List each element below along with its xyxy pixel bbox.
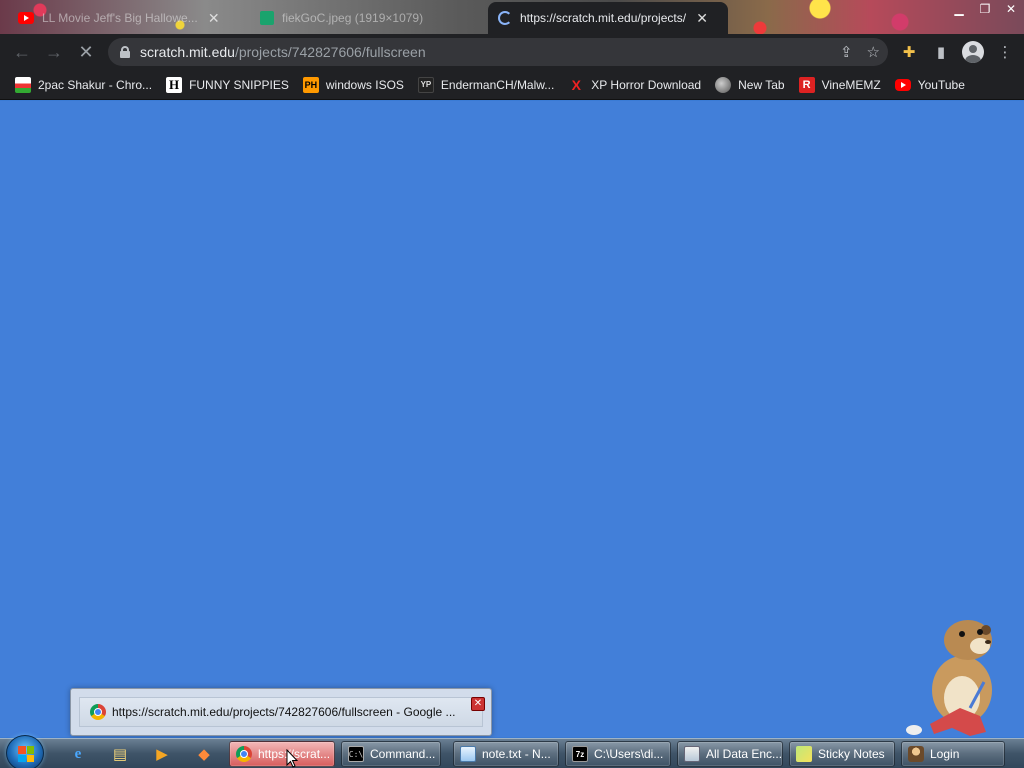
tab-title: LL Movie Jeff's Big Hallowe... [42, 11, 198, 25]
bookmark-endermanch[interactable]: YP EndermanCH/Malw... [411, 72, 561, 98]
bookmark-vinememz[interactable]: R VineMEMZ [792, 72, 888, 98]
back-button[interactable]: ← [6, 36, 38, 68]
yp-icon: YP [417, 76, 434, 93]
bookmark-xp-horror[interactable]: X XP Horror Download [561, 72, 708, 98]
thumbnail-close-button[interactable]: ✕ [471, 697, 485, 711]
bookmark-windows-isos[interactable]: PH windows ISOS [296, 72, 411, 98]
r-icon: R [798, 76, 815, 93]
url-text: scratch.mit.edu/projects/742827606/fulls… [140, 44, 426, 60]
bookmark-label: EndermanCH/Malw... [440, 77, 555, 92]
extensions-icon[interactable]: ✚ [896, 39, 922, 65]
loading-spinner-icon [498, 11, 512, 25]
menu-icon[interactable]: ⋮ [992, 39, 1018, 65]
url-host: scratch.mit.edu [140, 44, 235, 60]
task-label: All Data Enc... [706, 747, 783, 761]
app-icon[interactable]: ◆ [192, 743, 216, 765]
login-icon [908, 746, 924, 762]
bookmark-youtube[interactable]: YouTube [888, 72, 972, 98]
task-chrome[interactable]: https://scrat... [229, 741, 335, 767]
bookmarks-bar: 2pac Shakur - Chro... H FUNNY SNIPPIES P… [0, 70, 1024, 100]
thumbnail-title: https://scratch.mit.edu/projects/7428276… [112, 705, 456, 719]
tab-title: https://scratch.mit.edu/projects/ [520, 11, 687, 25]
share-icon[interactable]: ⇪ [840, 43, 853, 61]
start-button[interactable] [6, 735, 44, 768]
tab-image[interactable]: fiekGoC.jpeg (1919×1079) [250, 2, 486, 34]
page-content[interactable] [0, 101, 1024, 737]
file-explorer-icon[interactable]: ▤ [108, 743, 132, 765]
tab-title: fiekGoC.jpeg (1919×1079) [282, 11, 424, 25]
thumbnail-frame: https://scratch.mit.edu/projects/7428276… [79, 697, 483, 727]
toolbar-right: ✚ ▮ ⋮ [896, 36, 1018, 68]
bookmark-2pac[interactable]: 2pac Shakur - Chro... [8, 72, 159, 98]
tab-strip: LL Movie Jeff's Big Hallowe... ✕ fiekGoC… [0, 0, 1024, 34]
omnibox-actions: ⇪ ☆ [840, 38, 880, 66]
maximize-button[interactable]: ❐ [972, 0, 998, 18]
youtube-icon [18, 12, 34, 24]
bookmark-label: 2pac Shakur - Chro... [38, 77, 153, 92]
youtube-icon [894, 78, 911, 91]
bookmark-label: YouTube [917, 77, 965, 92]
chrome-icon [236, 746, 252, 762]
task-label: Sticky Notes [818, 747, 885, 761]
url-path: /projects/742827606/fullscreen [234, 44, 426, 60]
hamster-pet-icon[interactable] [900, 612, 1010, 740]
internet-explorer-icon[interactable]: e [66, 743, 90, 765]
windows-logo-icon [18, 746, 34, 762]
stop-reload-button[interactable]: ✕ [70, 36, 102, 68]
bookmark-funny-snippies[interactable]: H FUNNY SNIPPIES [159, 72, 296, 98]
screen: { "browser": { "tabs": [ { "title": "LL … [0, 0, 1024, 768]
x-icon: X [571, 76, 581, 93]
image-icon [260, 11, 274, 25]
ph-icon: PH [302, 76, 319, 93]
task-notepad[interactable]: note.txt - N... [453, 741, 559, 767]
bookmark-label: New Tab [738, 77, 785, 92]
task-sticky-notes[interactable]: Sticky Notes [789, 741, 895, 767]
browser-toolbar: ← → ✕ scratch.mit.edu/projects/742827606… [0, 34, 1024, 70]
lock-icon[interactable] [120, 46, 130, 58]
task-label: note.txt - N... [482, 747, 551, 761]
task-command-prompt[interactable]: C:\ Command... [341, 741, 441, 767]
cmd-icon: C:\ [348, 746, 364, 762]
tab-scratch[interactable]: https://scratch.mit.edu/projects/ ✕ [488, 2, 728, 34]
paint-icon [15, 76, 31, 93]
task-label: C:\Users\di... [594, 747, 664, 761]
task-7zip[interactable]: 7z C:\Users\di... [565, 741, 671, 767]
taskbar: e ▤ ▶ ◆ https://scrat... C:\ Command... … [0, 735, 1024, 768]
task-all-data[interactable]: All Data Enc... [677, 741, 783, 767]
tab-youtube[interactable]: LL Movie Jeff's Big Hallowe... ✕ [8, 2, 246, 34]
close-icon[interactable]: ✕ [206, 10, 222, 27]
side-panel-icon[interactable]: ▮ [928, 39, 954, 65]
minimize-button[interactable]: ▁ [946, 0, 972, 18]
close-icon[interactable]: ✕ [694, 10, 710, 27]
7zip-icon: 7z [572, 746, 588, 762]
bookmark-label: XP Horror Download [591, 77, 702, 92]
sticky-notes-icon [796, 746, 812, 762]
bookmark-new-tab[interactable]: New Tab [708, 72, 791, 98]
chrome-icon [90, 704, 106, 720]
mouse-cursor-icon [286, 749, 298, 768]
address-bar[interactable]: scratch.mit.edu/projects/742827606/fulls… [108, 38, 888, 66]
task-label: Command... [370, 747, 436, 761]
notepad-icon [460, 746, 476, 762]
media-player-icon[interactable]: ▶ [150, 743, 174, 765]
data-icon [684, 746, 700, 762]
forward-button[interactable]: → [38, 36, 70, 68]
bookmark-label: FUNNY SNIPPIES [189, 77, 289, 92]
bookmark-star-icon[interactable]: ☆ [867, 43, 880, 61]
task-login[interactable]: Login [901, 741, 1005, 767]
avatar-icon [962, 41, 984, 63]
close-window-button[interactable]: ✕ [998, 0, 1024, 18]
window-controls: ▁ ❐ ✕ [946, 0, 1024, 18]
globe-icon [715, 76, 732, 93]
bookmark-label: VineMEMZ [821, 77, 881, 92]
task-label: Login [930, 747, 960, 761]
bookmark-label: windows ISOS [325, 77, 404, 92]
h-icon: H [166, 76, 183, 93]
profile-button[interactable] [960, 39, 986, 65]
taskbar-thumbnail-preview[interactable]: https://scratch.mit.edu/projects/7428276… [70, 688, 492, 736]
